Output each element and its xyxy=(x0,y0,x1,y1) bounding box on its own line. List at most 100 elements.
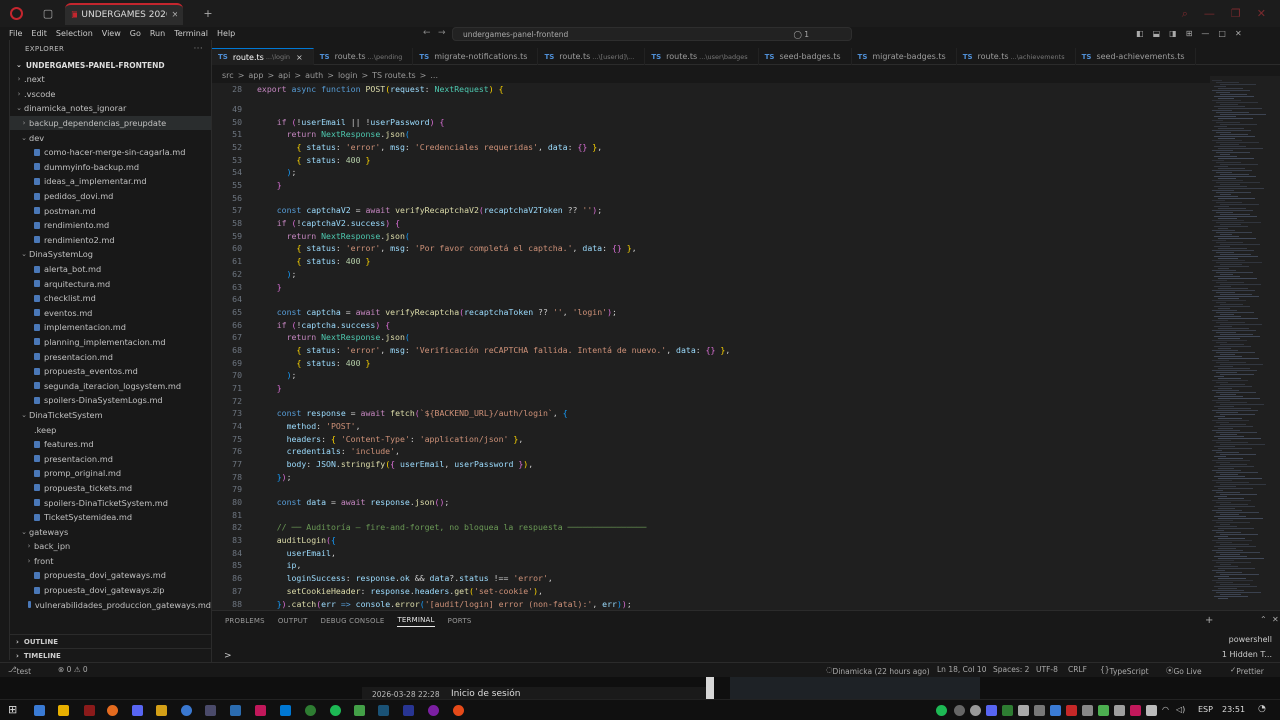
vs-restore-icon[interactable]: □ xyxy=(1218,29,1226,38)
tree-file[interactable]: planning_implementacion.md xyxy=(10,335,211,350)
command-center[interactable]: undergames-panel-frontend ◯ 1 xyxy=(452,27,852,41)
indentation[interactable]: Spaces: 2 xyxy=(993,665,1029,674)
tree-file[interactable]: arquitectura.md xyxy=(10,276,211,291)
discord-icon[interactable] xyxy=(132,705,143,716)
editor-tab[interactable]: TS seed-badges.ts xyxy=(759,48,852,65)
more-actions-icon[interactable]: ··· xyxy=(194,44,203,54)
tray-icon-d[interactable] xyxy=(1018,705,1029,716)
code-line[interactable]: }).catch(err => console.error('[audit/lo… xyxy=(257,599,632,609)
app-icon-g[interactable] xyxy=(428,705,439,716)
forward-arrow-icon[interactable]: → xyxy=(438,28,446,38)
app-icon-a[interactable] xyxy=(205,705,216,716)
code-line[interactable]: return NextResponse.json( xyxy=(257,231,410,241)
tree-file[interactable]: vulnerabilidades_produccion_gateways.md xyxy=(10,597,211,612)
tree-file[interactable]: checklist.md xyxy=(10,291,211,306)
tray-icon-k[interactable] xyxy=(1130,705,1141,716)
timeline-section[interactable]: › TIMELINE xyxy=(10,648,212,662)
go-live[interactable]: ⦿ Go Live xyxy=(1166,665,1202,676)
tree-file[interactable]: rendimiento2.md xyxy=(10,233,211,248)
app-icon-d[interactable] xyxy=(305,705,316,716)
menu-file[interactable]: File xyxy=(9,29,22,38)
panel-tab-output[interactable]: OUTPUT xyxy=(278,617,308,625)
edge-icon[interactable] xyxy=(34,705,45,716)
customize-layout-icon[interactable]: ⊞ xyxy=(1186,29,1193,38)
code-line[interactable]: if (!captcha.success) { xyxy=(257,320,390,330)
terminal-prompt[interactable]: > xyxy=(224,651,232,661)
clock[interactable]: 23:51 xyxy=(1222,705,1245,714)
code-line[interactable]: credentials: 'include', xyxy=(257,446,400,456)
tray-spotify-icon[interactable] xyxy=(936,705,947,716)
branch-indicator[interactable]: ⎇ test xyxy=(8,665,31,676)
tree-file[interactable]: propuesta_dovi_gateways.zip xyxy=(10,583,211,598)
notifications-icon[interactable]: ◔ xyxy=(1258,704,1266,714)
code-line[interactable]: { status: 'error', msg: 'Por favor compl… xyxy=(257,243,636,253)
terminal-powershell[interactable]: powershell xyxy=(1229,635,1272,644)
menu-run[interactable]: Run xyxy=(150,29,165,38)
code-line[interactable]: const response = await fetch(`${BACKEND_… xyxy=(257,408,568,418)
code-line[interactable]: const data = await response.json(); xyxy=(257,497,450,507)
code-line[interactable]: setCookieHeader: response.headers.get('s… xyxy=(257,586,543,596)
menu-go[interactable]: Go xyxy=(130,29,141,38)
code-line[interactable]: userEmail, xyxy=(257,548,336,558)
app-icon-f[interactable] xyxy=(378,705,389,716)
tree-folder[interactable]: ⌄ gateways xyxy=(10,524,211,539)
tree-file[interactable]: rendimiento.md xyxy=(10,218,211,233)
app-icon-h[interactable] xyxy=(453,705,464,716)
code-line[interactable]: if (!captchaV2.success) { xyxy=(257,218,400,228)
editor-tab[interactable]: TS route.ts ...\login × xyxy=(212,48,314,65)
breadcrumb-item[interactable]: src xyxy=(222,71,234,80)
code-line[interactable]: return NextResponse.json( xyxy=(257,129,410,139)
terminal-hidden[interactable]: 1 Hidden T... xyxy=(1222,650,1272,659)
code-line[interactable]: ip, xyxy=(257,560,302,570)
menu-view[interactable]: View xyxy=(102,29,121,38)
breadcrumb-item[interactable]: api xyxy=(278,71,290,80)
tree-file[interactable]: spoilers-DinaSystemLogs.md xyxy=(10,393,211,408)
tree-file[interactable]: eventos.md xyxy=(10,306,211,321)
tree-folder[interactable]: ⌄ DinaSystemLog xyxy=(10,247,211,262)
breadcrumb-item[interactable]: TS route.ts xyxy=(372,71,416,80)
close-tab-icon[interactable]: × xyxy=(296,53,303,62)
toggle-panel-icon[interactable]: ⬓ xyxy=(1153,29,1161,38)
chrome-icon[interactable] xyxy=(181,705,192,716)
prettier[interactable]: ✓ Prettier xyxy=(1230,665,1264,676)
tray-discord-icon[interactable] xyxy=(986,705,997,716)
tree-file[interactable]: promp_original.md xyxy=(10,466,211,481)
editor-tab[interactable]: TS migrate-badges.ts xyxy=(852,48,957,65)
tree-file[interactable]: implementacion.md xyxy=(10,320,211,335)
input-language[interactable]: ESP xyxy=(1198,705,1213,714)
search-icon[interactable]: ⌕ xyxy=(1182,7,1188,21)
maximize-panel-icon[interactable]: ⌃ xyxy=(1260,615,1267,624)
panel-tab-terminal[interactable]: TERMINAL xyxy=(397,616,435,627)
photoshop-icon[interactable] xyxy=(403,705,414,716)
tree-file[interactable]: propuesta_eventos.md xyxy=(10,364,211,379)
code-line[interactable]: ); xyxy=(257,370,297,380)
back-arrow-icon[interactable]: ← xyxy=(423,28,431,38)
tree-folder[interactable]: ⌄ dinamicka_notes_ignorar xyxy=(10,101,211,116)
tree-file[interactable]: TicketSystemidea.md xyxy=(10,510,211,525)
tree-folder[interactable]: ⌄ DinaTicketSystem xyxy=(10,408,211,423)
minimap[interactable] xyxy=(1210,76,1280,610)
tray-icon-i[interactable] xyxy=(1098,705,1109,716)
tray-icon-f[interactable] xyxy=(1050,705,1061,716)
language-mode[interactable]: {} TypeScript xyxy=(1100,665,1149,676)
code-line[interactable]: return NextResponse.json( xyxy=(257,332,410,342)
menu-terminal[interactable]: Terminal xyxy=(174,29,208,38)
tray-icon-j[interactable] xyxy=(1114,705,1125,716)
tray-icon-h[interactable] xyxy=(1082,705,1093,716)
firefox-icon[interactable] xyxy=(107,705,118,716)
problems-indicator[interactable]: ⊗ 0 ⚠ 0 xyxy=(58,665,88,674)
new-terminal-icon[interactable]: + xyxy=(1205,615,1213,626)
tree-file[interactable]: propuesta_dovi_gateways.md xyxy=(10,568,211,583)
files-icon[interactable] xyxy=(58,705,69,716)
tree-file[interactable]: segunda_iteracion_logsystem.md xyxy=(10,378,211,393)
tree-folder[interactable]: ⌄ dev xyxy=(10,130,211,145)
code-line[interactable]: if (!userEmail || !userPassword) { xyxy=(257,117,445,127)
editor-tab[interactable]: TS route.ts ...\pending xyxy=(314,48,414,65)
code-line[interactable]: { status: 400 } xyxy=(257,358,370,368)
tray-icon-g[interactable] xyxy=(1066,705,1077,716)
editor-tab[interactable]: TS route.ts ...\[userId]\... xyxy=(538,48,646,65)
tree-file[interactable]: pedidos_dovi.md xyxy=(10,189,211,204)
vs-close-icon[interactable]: ✕ xyxy=(1235,29,1242,38)
breadcrumb-item[interactable]: ... xyxy=(430,71,438,80)
windows-start-icon[interactable]: ⊞ xyxy=(8,703,17,716)
